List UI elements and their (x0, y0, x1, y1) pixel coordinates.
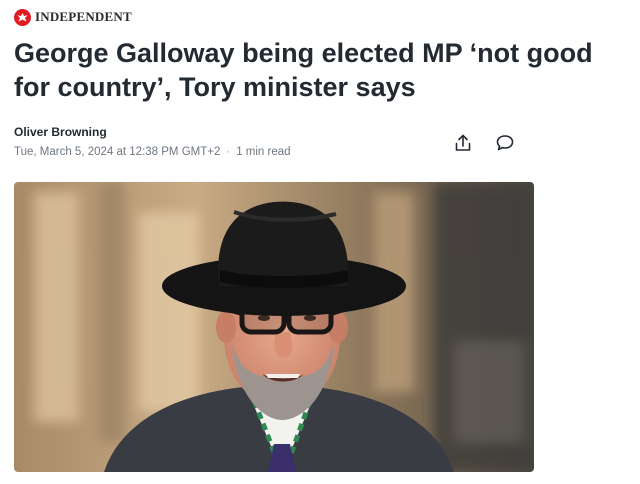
meta-separator: · (226, 146, 231, 158)
read-time: 1 min read (236, 146, 291, 158)
hero-image[interactable] (14, 182, 534, 472)
share-icon (455, 134, 471, 151)
article-meta: Tue, March 5, 2024 at 12:38 PM GMT+2 · 1… (14, 146, 291, 158)
share-button[interactable] (452, 132, 474, 154)
article-page: INDEPENDENT George Galloway being electe… (0, 0, 640, 484)
eagle-icon (14, 8, 31, 26)
author-name[interactable]: Oliver Browning (14, 125, 107, 139)
article-actions (452, 132, 516, 154)
comment-button[interactable] (494, 132, 516, 154)
publisher-name: INDEPENDENT (35, 9, 132, 24)
article-headline: George Galloway being elected MP ‘not go… (14, 38, 593, 102)
comment-icon (496, 135, 514, 151)
publisher-header[interactable]: INDEPENDENT (14, 8, 132, 26)
publish-date: Tue, March 5, 2024 at 12:38 PM GMT+2 (14, 146, 221, 158)
